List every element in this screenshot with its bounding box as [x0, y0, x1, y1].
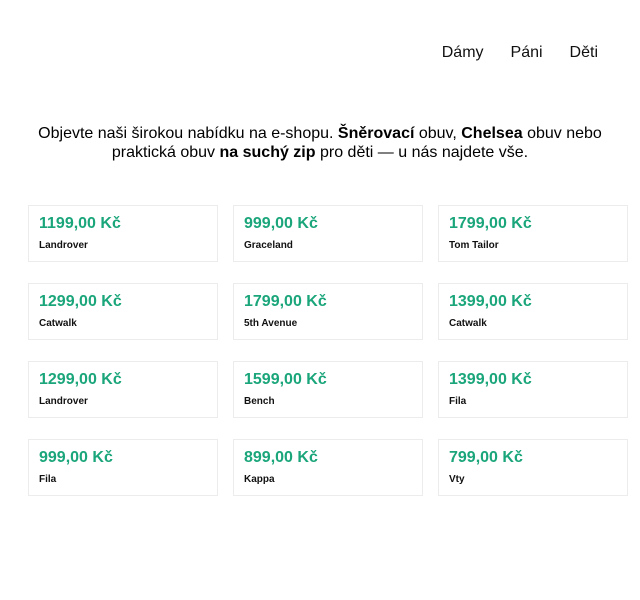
main-navigation: Dámy Páni Děti: [442, 44, 598, 62]
product-price: 1299,00 Kč: [39, 371, 122, 388]
product-card[interactable]: 1299,00 Kč Catwalk: [28, 283, 218, 340]
product-card[interactable]: 899,00 Kč Kappa: [233, 439, 423, 496]
product-brand: Landrover: [39, 240, 88, 251]
intro-highlight-chelsea: Chelsea: [461, 125, 523, 142]
product-price: 1399,00 Kč: [449, 293, 532, 310]
nav-link-pani[interactable]: Páni: [511, 44, 543, 62]
product-card[interactable]: 1399,00 Kč Fila: [438, 361, 628, 418]
intro-text-part: obuv,: [414, 125, 462, 142]
product-price: 1199,00 Kč: [39, 215, 121, 232]
product-card[interactable]: 999,00 Kč Graceland: [233, 205, 423, 262]
product-card[interactable]: 1299,00 Kč Landrover: [28, 361, 218, 418]
product-brand: Bench: [244, 396, 275, 407]
product-brand: Tom Tailor: [449, 240, 499, 251]
product-price: 1399,00 Kč: [449, 371, 532, 388]
product-brand: Fila: [449, 396, 467, 407]
product-brand: Fila: [39, 474, 57, 485]
product-brand: Graceland: [244, 240, 293, 251]
product-brand: Vty: [449, 474, 465, 485]
product-card[interactable]: 999,00 Kč Fila: [28, 439, 218, 496]
product-price: 1599,00 Kč: [244, 371, 327, 388]
product-price: 799,00 Kč: [449, 449, 523, 466]
product-card[interactable]: 1599,00 Kč Bench: [233, 361, 423, 418]
product-card[interactable]: 1199,00 Kč Landrover: [28, 205, 218, 262]
product-brand: 5th Avenue: [244, 318, 298, 329]
product-price: 999,00 Kč: [244, 215, 318, 232]
product-price: 1299,00 Kč: [39, 293, 122, 310]
product-grid: 1199,00 Kč Landrover 999,00 Kč Graceland…: [28, 205, 628, 496]
product-brand: Kappa: [244, 474, 275, 485]
product-price: 999,00 Kč: [39, 449, 113, 466]
product-brand: Landrover: [39, 396, 88, 407]
product-card[interactable]: 799,00 Kč Vty: [438, 439, 628, 496]
nav-link-damy[interactable]: Dámy: [442, 44, 484, 62]
product-card[interactable]: 1799,00 Kč 5th Avenue: [233, 283, 423, 340]
product-brand: Catwalk: [39, 318, 77, 329]
nav-link-deti[interactable]: Děti: [570, 44, 598, 62]
intro-text-part: Objevte naši širokou nabídku na e-shopu.: [38, 125, 338, 142]
intro-highlight-snerovaci: Šněrovací: [337, 125, 415, 142]
product-price: 1799,00 Kč: [449, 215, 532, 232]
product-card[interactable]: 1399,00 Kč Catwalk: [438, 283, 628, 340]
intro-text-part: pro děti — u nás najdete vše.: [315, 144, 529, 161]
intro-highlight-suchy-zip: na suchý zip: [219, 144, 316, 161]
product-price: 1799,00 Kč: [244, 293, 327, 310]
intro-text: Objevte naši širokou nabídku na e-shopu.…: [30, 124, 610, 162]
product-card[interactable]: 1799,00 Kč Tom Tailor: [438, 205, 628, 262]
product-price: 899,00 Kč: [244, 449, 318, 466]
product-brand: Catwalk: [449, 318, 487, 329]
